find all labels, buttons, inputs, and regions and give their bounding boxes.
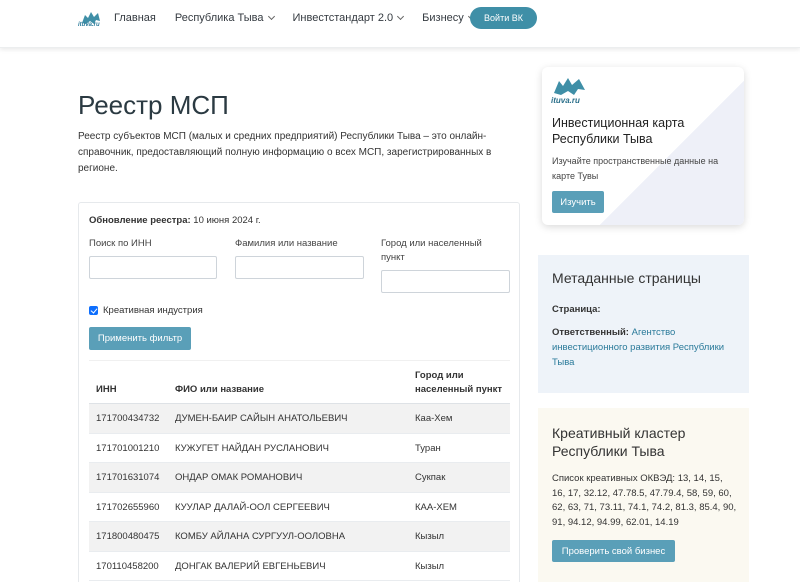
apply-filter-button[interactable]: Применить фильтр	[89, 327, 191, 350]
metadata-page: Страница:	[552, 304, 601, 315]
table-header: ИНН ФИО или название Город или населенны…	[89, 360, 510, 404]
table-row[interactable]: 171702655960 КУУЛАР ДАЛАЙ-ООЛ СЕРГЕЕВИЧ …	[89, 493, 510, 522]
metadata-title: Метаданные страницы	[552, 270, 701, 286]
checkbox-checked-icon[interactable]	[89, 306, 98, 315]
cluster-title: Креативный кластер Республики Тыва	[552, 425, 686, 459]
check-business-button[interactable]: Проверить свой бизнес	[552, 540, 675, 562]
column-header-inn: ИНН	[96, 384, 117, 395]
map-card-description: Изучайте пространственные данные на карт…	[552, 156, 719, 181]
investment-map-card: ituva.ru Инвестиционная карта Республики…	[542, 67, 744, 225]
registry-filter-card: Обновление реестра: 10 июня 2024 г. Поис…	[78, 202, 520, 582]
map-logo-text: ituva.ru	[551, 96, 580, 105]
table-row[interactable]: 171800480475 КОМБУ АЙЛАНА СУРГУУЛ-ООЛОВН…	[89, 522, 510, 552]
nav-item-republic[interactable]: Республика Тыва	[175, 12, 275, 24]
map-card-title: Инвестиционная карта Республики Тыва	[552, 116, 685, 146]
registry-table: ИНН ФИО или название Город или населенны…	[89, 360, 510, 581]
name-search-input[interactable]	[235, 256, 364, 279]
page-title: Реестр МСП	[78, 90, 229, 120]
explore-map-button[interactable]: Изучить	[552, 191, 604, 213]
city-label: Город или населенный пункт	[381, 238, 482, 263]
creative-industry-checkbox[interactable]: Креативная индустрия	[89, 305, 203, 316]
chevron-down-icon	[397, 12, 405, 21]
name-label: Фамилия или название	[235, 238, 338, 249]
nav-item-home[interactable]: Главная	[114, 12, 156, 24]
inn-label: Поиск по ИНН	[89, 238, 152, 249]
column-header-name: ФИО или название	[175, 384, 265, 395]
inn-search-input[interactable]	[89, 256, 217, 279]
column-header-city: Город или населенный пункт	[415, 370, 503, 395]
table-row[interactable]: 171700434732 ДУМЕН-БАИР САЙЫН АНАТОЛЬЕВИ…	[89, 404, 510, 434]
main-nav: Главная Республика Тыва Инвестстандарт 2…	[114, 0, 493, 36]
table-row[interactable]: 171701001210 КУЖУГЕТ НАЙДАН РУСЛАНОВИЧ Т…	[89, 434, 510, 463]
city-search-input[interactable]	[381, 270, 510, 293]
cluster-okved-list: Список креативных ОКВЭД: 13, 14, 15, 16,…	[552, 473, 737, 528]
nav-item-business[interactable]: Бизнесу	[422, 12, 475, 24]
logo-text: ituva.ru	[78, 22, 100, 28]
page-description: Реестр субъектов МСП (малых и средних пр…	[78, 131, 492, 174]
table-row[interactable]: 170110458200 ДОНГАК ВАЛЕРИЙ ЕВГЕНЬЕВИЧ К…	[89, 552, 510, 581]
site-header: ituva.ru Главная Республика Тыва Инвестс…	[0, 0, 800, 48]
metadata-responsible: Ответственный: Агентство инвестиционного…	[552, 327, 725, 368]
nav-item-investstandard[interactable]: Инвестстандарт 2.0	[293, 12, 405, 24]
chevron-down-icon	[267, 12, 275, 21]
creative-cluster-card: Креативный кластер Республики Тыва Списо…	[538, 408, 749, 582]
table-row[interactable]: 171701631074 ОНДАР ОМАК РОМАНОВИЧ Сукпак	[89, 463, 510, 493]
page-metadata-card: Метаданные страницы Страница: Ответствен…	[538, 255, 749, 393]
vk-login-button[interactable]: Войти ВК	[470, 7, 537, 29]
registry-update-info: Обновление реестра: 10 июня 2024 г.	[89, 215, 261, 226]
